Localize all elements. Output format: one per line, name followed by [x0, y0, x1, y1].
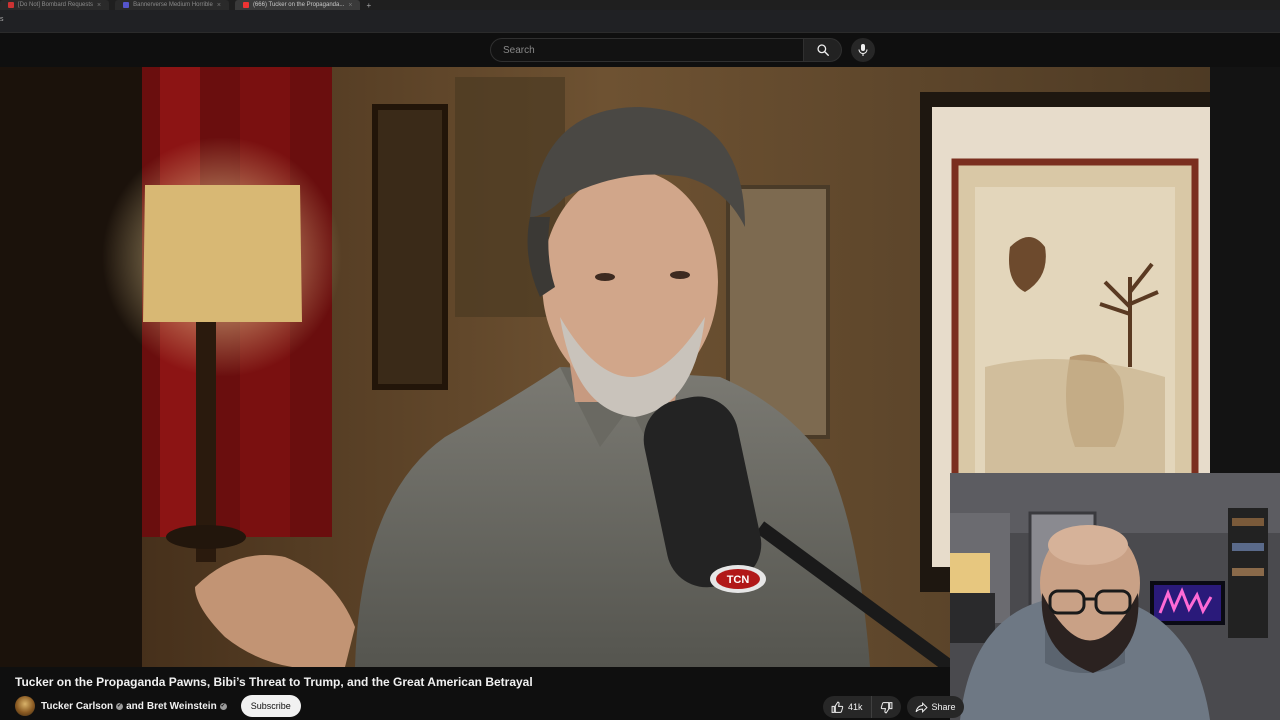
tab-close-icon[interactable]: × [217, 2, 221, 9]
tab-favicon-icon [242, 2, 249, 8]
search-box[interactable] [490, 38, 804, 62]
dislike-button[interactable] [870, 696, 901, 718]
thumbs-up-icon [831, 701, 844, 713]
channel-joiner: and [126, 700, 144, 712]
tab-favicon-icon [123, 2, 130, 8]
tab-close-icon[interactable]: × [348, 2, 352, 9]
tab-label: [Do Not] Bombard Requests [18, 2, 94, 8]
webcam-scene [950, 473, 1280, 720]
tab-label: Bannerverse Medium Horrible [133, 2, 213, 8]
search-input[interactable] [501, 43, 803, 57]
thumbs-down-icon [880, 701, 892, 713]
voice-search-button[interactable] [851, 38, 875, 62]
browser-tab-active[interactable]: (666) Tucker on the Propaganda... × [234, 0, 361, 10]
browser-toolbar: s [0, 10, 1280, 33]
video-actions: 41k Share [823, 696, 964, 718]
search-button[interactable] [804, 38, 842, 62]
like-count: 41k [848, 702, 863, 712]
channel-avatar[interactable] [15, 696, 35, 716]
browser-tab[interactable]: [Do Not] Bombard Requests × [0, 0, 110, 10]
verified-badge-icon: ✓ [219, 702, 227, 710]
channel-name-primary[interactable]: Tucker Carlson [41, 701, 113, 712]
browser-tab[interactable]: Bannerverse Medium Horrible × [115, 0, 229, 10]
search-icon [816, 44, 829, 56]
microphone-badge-label: TCN [727, 574, 750, 586]
channel-owner-row: Tucker Carlson ✓ and Bret Weinstein ✓ Su… [15, 695, 301, 717]
video-title: Tucker on the Propaganda Pawns, Bibi’s T… [15, 675, 533, 689]
share-label: Share [931, 702, 956, 712]
like-button[interactable]: 41k [823, 696, 871, 718]
browser-tab-strip: [Do Not] Bombard Requests × Bannerverse … [0, 0, 1280, 10]
mic-icon [858, 44, 868, 56]
channel-names: Tucker Carlson ✓ and Bret Weinstein ✓ [41, 701, 227, 712]
channel-name-secondary[interactable]: Bret Weinstein [147, 701, 217, 712]
tab-favicon-icon [8, 2, 14, 8]
tab-close-icon[interactable]: × [97, 2, 101, 9]
subscribe-button[interactable]: Subscribe [240, 695, 301, 717]
share-icon [915, 701, 928, 713]
webcam-overlay [950, 473, 1280, 720]
site-header [0, 33, 1280, 67]
share-button[interactable]: Share [906, 696, 964, 718]
tab-label: (666) Tucker on the Propaganda... [252, 2, 345, 8]
bookmark-marker-icon: s [0, 16, 4, 23]
verified-badge-icon: ✓ [116, 702, 124, 710]
new-tab-button[interactable]: + [366, 1, 371, 10]
